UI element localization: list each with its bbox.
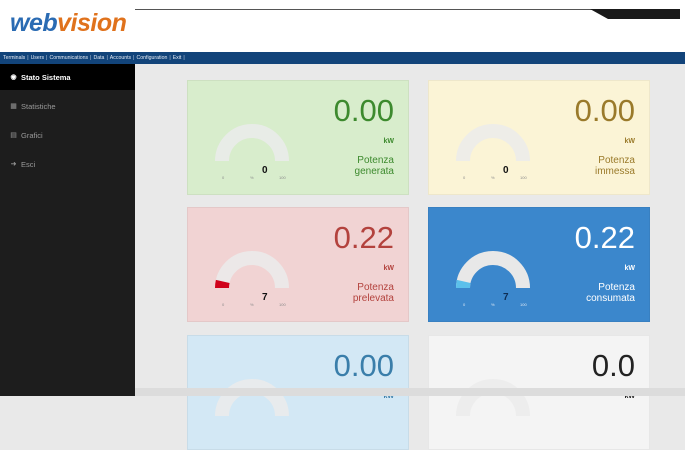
- bottom-scroll-area: [135, 388, 685, 396]
- nav-separator: |: [46, 55, 48, 61]
- percentage-gauge: 7 0 % 100: [445, 234, 541, 307]
- gauge-arc: [456, 124, 530, 162]
- power-label-line2: immessa: [594, 166, 635, 177]
- gauge-max-label: 100: [520, 302, 527, 307]
- dashboard-icon: ◉: [10, 74, 17, 81]
- nav-communications-link[interactable]: Communications: [49, 55, 88, 61]
- sidebar-item-grafici[interactable]: ▤ Grafici: [0, 122, 135, 148]
- power-value: 0.00: [333, 93, 394, 128]
- power-label-line1: Potenza: [598, 155, 635, 166]
- gauge-arc: [215, 124, 289, 162]
- sidebar-item-stato-sistema[interactable]: ◉ Stato Sistema: [0, 64, 135, 90]
- power-label-line1: Potenza: [357, 282, 394, 293]
- power-panel-generata: 0.00 kW Potenza generata 0 0 % 100: [187, 80, 409, 195]
- percentage-gauge: 0 0 % 100: [204, 107, 300, 180]
- power-label-line1: Potenza: [357, 155, 394, 166]
- power-panel-immessa: 0.00 kW Potenza immessa 0 0 % 100: [428, 80, 650, 195]
- top-navbar: Terminals | Users | Communications | Data | …: [0, 52, 685, 64]
- gauge-value: 7: [503, 292, 509, 303]
- gauge-min-label: 0: [222, 175, 225, 180]
- gauge-max-label: 100: [520, 175, 527, 180]
- power-value: 0.00: [333, 348, 394, 383]
- power-value: 0.0: [591, 348, 635, 383]
- power-label: Potenza prelevata: [314, 282, 394, 304]
- gauge-unit-label: %: [491, 175, 495, 180]
- bar-chart-icon: ▤: [10, 132, 17, 139]
- sidebar-item-esci[interactable]: ➜ Esci: [0, 151, 135, 177]
- gauge-arc: [214, 251, 289, 289]
- sidebar-item-label: Esci: [21, 159, 36, 169]
- power-label-line1: Potenza: [598, 282, 635, 293]
- power-label: Potenza generata: [314, 155, 394, 177]
- power-unit: kW: [383, 138, 395, 145]
- table-icon: ▦: [10, 103, 17, 110]
- percentage-gauge: 0 0 % 100: [445, 107, 541, 180]
- sidebar-item-label: Stato Sistema: [21, 72, 71, 82]
- gauge-min-label: 0: [222, 302, 225, 307]
- main-content: 0.00 kW Potenza generata 0 0 % 100 0.00 …: [135, 64, 685, 450]
- sidebar: ◉ Stato Sistema ▦ Statistiche ▤ Grafici ➜ Es…: [0, 64, 135, 396]
- nav-separator: |: [169, 55, 171, 61]
- power-unit: kW: [624, 265, 636, 272]
- nav-separator: |: [133, 55, 135, 61]
- nav-separator: |: [106, 55, 108, 61]
- nav-separator: |: [27, 55, 29, 61]
- logout-icon: ➜: [10, 161, 17, 168]
- power-label-line2: prelevata: [352, 293, 394, 304]
- power-label-line2: consumata: [586, 293, 635, 304]
- nav-configuration-link[interactable]: Configuration: [137, 55, 168, 61]
- percentage-gauge: 7 0 % 100: [204, 234, 300, 307]
- nav-separator: |: [90, 55, 92, 61]
- nav-separator: |: [183, 55, 185, 61]
- gauge-value: 0: [262, 165, 268, 176]
- power-unit: kW: [624, 138, 636, 145]
- gauge-max-label: 100: [279, 175, 286, 180]
- gauge-value: 7: [262, 292, 268, 303]
- nav-data-link[interactable]: Data: [93, 55, 104, 61]
- power-label-line2: generata: [354, 166, 394, 177]
- gauge-min-label: 0: [463, 175, 466, 180]
- power-value: 0.00: [574, 93, 635, 128]
- nav-accounts-link[interactable]: Accounts: [110, 55, 131, 61]
- gauge-unit-label: %: [250, 302, 254, 307]
- gauge-min-label: 0: [463, 302, 466, 307]
- header-tab: [590, 9, 680, 19]
- logo-text-web: web: [10, 9, 58, 37]
- logo-text-vision: vision: [57, 9, 127, 37]
- power-value: 0.22: [333, 220, 394, 255]
- gauge-value: 0: [503, 165, 509, 176]
- top-header: webvision: [0, 0, 685, 52]
- sidebar-item-statistiche[interactable]: ▦ Statistiche: [0, 93, 135, 119]
- gauge-arc: [455, 251, 530, 289]
- power-value: 0.22: [574, 220, 635, 255]
- power-panel-prelevata: 0.22 kW Potenza prelevata 7 0 % 100: [187, 207, 409, 322]
- sidebar-item-label: Grafici: [21, 130, 43, 140]
- power-panel-consumata: 0.22 kW Potenza consumata 7 0 % 100: [428, 207, 650, 322]
- gauge-max-label: 100: [279, 302, 286, 307]
- nav-exit-link[interactable]: Exit: [173, 55, 182, 61]
- nav-terminals-link[interactable]: Terminals: [3, 55, 25, 61]
- power-unit: kW: [383, 265, 395, 272]
- webvision-logo[interactable]: webvision: [10, 9, 127, 38]
- sidebar-item-label: Statistiche: [21, 101, 56, 111]
- gauge-unit-label: %: [250, 175, 254, 180]
- gauge-unit-label: %: [491, 302, 495, 307]
- nav-users-link[interactable]: Users: [31, 55, 45, 61]
- power-label: Potenza immessa: [555, 155, 635, 177]
- power-label: Potenza consumata: [555, 282, 635, 304]
